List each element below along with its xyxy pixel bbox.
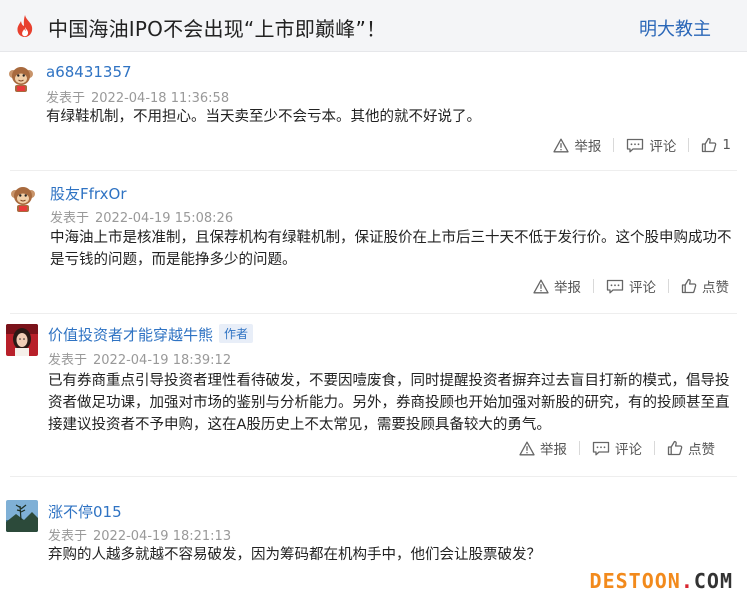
comment-divider [10,313,737,314]
report-label: 举报 [554,280,581,296]
report-button[interactable]: 举报 [533,276,581,296]
comment-content: 已有券商重点引导投资者理性看待破发，不要因噎废食，同时提醒投资者摒弃过去盲目打新… [48,373,730,433]
comment-username[interactable]: a68431357 [46,63,132,81]
reply-label: 评论 [649,139,677,155]
warning-icon [553,138,570,152]
like-button[interactable]: 点赞 [681,276,729,296]
watermark-part2: COM [693,569,733,593]
comment-divider [10,476,737,477]
action-divider [613,138,615,152]
comment-timestamp: 发表于 2022-04-19 18:39:12 [48,349,231,368]
warning-icon [533,279,549,293]
comment-icon [592,441,610,455]
like-label: 点赞 [688,442,715,458]
comment-timestamp: 发表于 2022-04-19 18:21:13 [48,525,231,544]
timestamp-prefix: 发表于 [46,91,86,106]
action-divider [579,441,580,455]
thumbs-up-icon [681,278,697,294]
avatar[interactable] [6,63,36,93]
monkey-avatar-icon [8,183,38,213]
site-watermark: DESTOON.COM [590,569,733,593]
avatar[interactable] [6,324,38,356]
thumbs-up-icon [702,137,717,153]
timestamp-value: 2022-04-19 18:21:13 [93,529,232,544]
user-photo-avatar-icon [6,324,38,356]
warning-icon [519,441,535,455]
reply-button[interactable]: 评论 [626,135,676,155]
timestamp-prefix: 发表于 [48,529,88,544]
timestamp-value: 2022-04-18 11:36:58 [91,91,230,106]
reply-button[interactable]: 评论 [592,438,642,458]
comment-divider [10,170,737,171]
comment-actions: 举报 评论 点赞 [519,437,715,459]
comment-actions: 举报 评论 点赞 [533,275,729,297]
comment-timestamp: 发表于 2022-04-19 15:08:26 [50,207,233,226]
timestamp-prefix: 发表于 [50,211,90,226]
landscape-avatar-icon [6,500,38,532]
like-button[interactable]: 1 [701,137,731,153]
avatar[interactable] [8,183,38,213]
report-label: 举报 [540,442,567,458]
watermark-dot: . [680,569,694,593]
comment-icon [627,138,644,152]
action-divider [654,441,655,455]
action-divider [593,279,594,293]
monkey-avatar-icon [6,63,36,93]
fire-icon [17,15,33,37]
reply-label: 评论 [629,280,656,296]
like-label: 点赞 [702,280,729,296]
like-count: 1 [722,137,731,153]
report-button[interactable]: 举报 [519,438,567,458]
comment-username[interactable]: 涨不停015 [48,501,122,522]
report-label: 举报 [574,139,602,155]
action-divider [668,279,669,293]
comment-username[interactable]: 价值投资者才能穿越牛熊 作者 [48,324,254,345]
comment-icon [606,279,624,293]
like-button[interactable]: 点赞 [667,438,715,458]
reply-button[interactable]: 评论 [606,276,656,296]
timestamp-prefix: 发表于 [48,353,88,368]
timestamp-value: 2022-04-19 18:39:12 [93,353,232,368]
action-divider [688,138,690,152]
comment-content: 有绿鞋机制，不用担心。当天卖至少不会亏本。其他的就不好说了。 [46,109,481,125]
thumbs-up-icon [667,440,683,456]
comment-actions: 举报 评论 1 [553,134,731,156]
article-author-link[interactable]: 明大教主 [639,15,711,41]
timestamp-value: 2022-04-19 15:08:26 [95,211,234,226]
username-text: 价值投资者才能穿越牛熊 [48,326,214,344]
watermark-part1: DESTOON [589,569,681,593]
comment-username[interactable]: 股友FfrxOr [50,183,127,204]
comment-content: 弃购的人越多就越不容易破发，因为筹码都在机构手中，他们会让股票破发？ [48,547,541,563]
article-header: 中国海油IPO不会出现“上市即巅峰”！ 明大教主 [0,0,747,52]
article-title[interactable]: 中国海油IPO不会出现“上市即巅峰”！ [48,13,386,42]
avatar[interactable] [6,500,38,532]
reply-label: 评论 [615,442,642,458]
comment-timestamp: 发表于 2022-04-18 11:36:58 [46,87,229,106]
comment-content: 中海油上市是核准制，且保荐机构有绿鞋机制，保证股价在上市后三十天不低于发行价。这… [50,230,732,268]
report-button[interactable]: 举报 [553,135,601,155]
author-badge: 作者 [219,324,254,343]
